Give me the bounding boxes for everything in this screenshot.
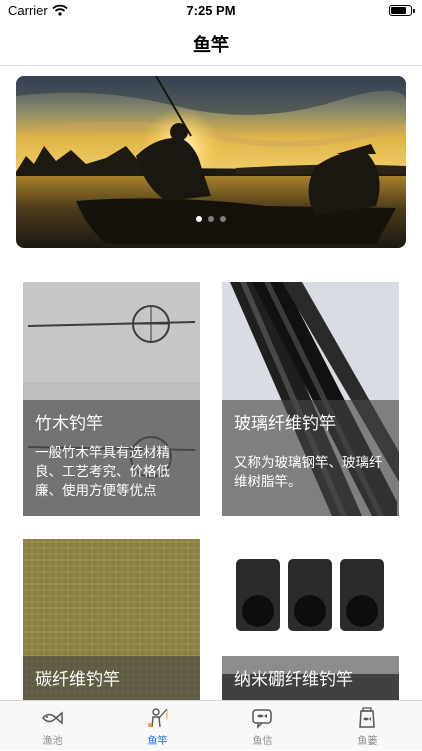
card-title: 碳纤维钓竿 [35, 670, 120, 690]
rod-card-nano-boron[interactable]: 纳米硼纤维钓竿 [222, 539, 399, 700]
card-title: 竹木钓竿 [35, 414, 103, 434]
card-description: 一般竹木竿具有选材精良、工艺考究、价格低廉、使用方便等优点 [35, 445, 170, 499]
tab-label: 鱼篓 [357, 736, 378, 747]
battery-icon [389, 5, 415, 16]
banner-carousel[interactable] [16, 76, 406, 248]
message-icon [252, 709, 272, 729]
card-title: 玻璃纤维钓竿 [234, 414, 336, 434]
carousel-dot[interactable] [196, 216, 202, 222]
card-description: 又称为玻璃钢竿、玻璃纤维树脂竿。 [234, 455, 383, 490]
navigation-bar: 鱼竿 [0, 22, 422, 66]
angler-icon [148, 708, 168, 728]
status-bar: Carrier 7:25 PM [0, 0, 422, 22]
banner-image [16, 76, 406, 248]
carousel-page-indicator[interactable] [16, 216, 406, 222]
carousel-dot[interactable] [220, 216, 226, 222]
rod-card-bamboo[interactable]: 竹木钓竿 一般竹木竿具有选材精良、工艺考究、价格低廉、使用方便等优点 [23, 282, 200, 516]
page-title: 鱼竿 [193, 35, 229, 56]
tab-bar: 渔池 鱼竿 鱼信 鱼篓 [0, 700, 422, 750]
fish-icon [42, 711, 63, 725]
carousel-dot[interactable] [208, 216, 214, 222]
tab-label: 鱼竿 [147, 736, 168, 747]
tab-fishing-rod[interactable]: 鱼竿 [105, 701, 210, 751]
battery-level [391, 7, 406, 14]
tab-label: 渔池 [42, 736, 63, 747]
rod-card-carbon[interactable]: 碳纤维钓竿 [23, 539, 200, 700]
card-title: 纳米硼纤维钓竿 [234, 670, 353, 690]
status-time: 7:25 PM [186, 3, 236, 18]
rod-card-fiberglass[interactable]: 玻璃纤维钓竿 又称为玻璃钢竿、玻璃纤维树脂竿。 [222, 282, 399, 516]
tab-label: 鱼信 [252, 736, 273, 747]
fish-basket-icon [359, 707, 375, 728]
tab-fish-basket[interactable]: 鱼篓 [315, 701, 420, 751]
tab-fish-pond[interactable]: 渔池 [0, 701, 105, 751]
tab-fish-message[interactable]: 鱼信 [210, 701, 315, 751]
